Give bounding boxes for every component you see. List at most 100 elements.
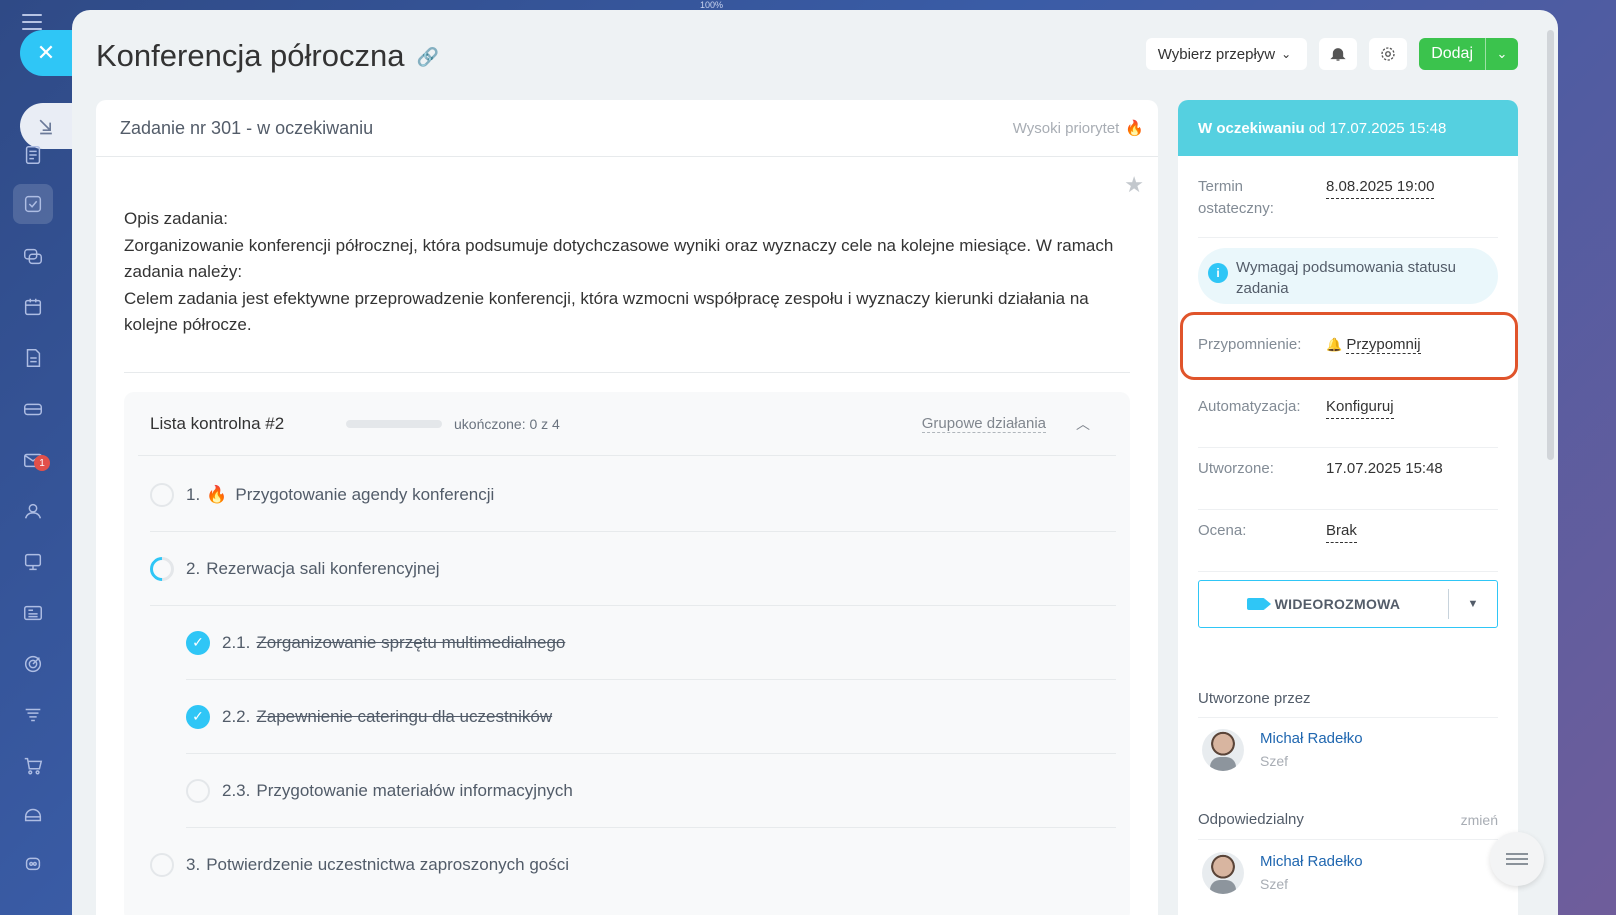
bell-icon	[1330, 48, 1346, 61]
divider	[1198, 717, 1498, 718]
divider	[124, 372, 1130, 373]
chevron-down-icon[interactable]: ⌄	[1486, 46, 1518, 62]
status-label: W oczekiwaniu	[1198, 119, 1305, 137]
page-title: Konferencja półroczna 🔗	[96, 38, 439, 74]
contacts-icon[interactable]	[18, 496, 48, 526]
task-title: Konferencja półroczna	[96, 38, 405, 73]
video-call-button[interactable]: WIDEOROZMOWA ▼	[1198, 580, 1498, 628]
link-icon[interactable]: 🔗	[416, 47, 438, 68]
automation-value[interactable]: Konfiguruj	[1326, 396, 1394, 419]
rating-label: Ocena:	[1198, 522, 1247, 539]
chevron-up-icon[interactable]: ︿	[1076, 414, 1090, 434]
checklist-subitem[interactable]: ✓ 2.1. Zorganizowanie sprzętu multimedia…	[186, 606, 1116, 680]
creator-user[interactable]: Michał Radełko Szef	[1202, 728, 1363, 772]
robot-icon[interactable]	[18, 848, 48, 878]
chevron-down-icon: ⌄	[1281, 47, 1292, 61]
change-responsible-link[interactable]: zmień	[1461, 812, 1498, 828]
responsible-role: Szef	[1260, 876, 1289, 892]
document-icon[interactable]	[18, 140, 48, 170]
flame-icon: 🔥	[1125, 120, 1144, 137]
item-number: 2.3.	[222, 780, 251, 800]
info-box[interactable]: i Wymagaj podsumowania statusu zadania	[1198, 248, 1498, 304]
status-since: od 17.07.2025 15:48	[1308, 119, 1447, 137]
target-icon[interactable]	[18, 649, 48, 679]
checklist: Lista kontrolna #2 ukończone: 0 z 4 Grup…	[124, 392, 1130, 915]
deadline-label: Termin ostateczny:	[1198, 178, 1274, 217]
info-text: Wymagaj podsumowania statusu zadania	[1236, 259, 1456, 297]
video-call-label: WIDEOROZMOWA	[1274, 596, 1401, 612]
item-text: Przygotowanie materiałów informacyjnych	[256, 780, 573, 800]
task-details-sidebar: W oczekiwaniu od 17.07.2025 15:48 Termin…	[1178, 100, 1518, 915]
checklist-item[interactable]: 1. 🔥 Przygotowanie agendy konferencji	[150, 458, 1116, 532]
left-sidebar: ✕ 1	[0, 0, 72, 915]
star-icon[interactable]: ★	[1124, 172, 1144, 198]
checklist-subitem[interactable]: ✓ 2.2. Zapewnienie cateringu dla uczestn…	[186, 680, 1116, 754]
group-actions-link[interactable]: Grupowe działania	[921, 415, 1046, 433]
progress-circle[interactable]	[145, 551, 179, 586]
flow-select[interactable]: Wybierz przepływ ⌄	[1145, 38, 1308, 70]
automation-row: Automatyzacja: Konfiguruj	[1198, 396, 1498, 448]
description-line: Opis zadania:	[124, 209, 228, 228]
caret-down-icon[interactable]: ▼	[1449, 598, 1497, 610]
task-number-status: Zadanie nr 301 - w oczekiwaniu	[120, 117, 374, 138]
video-call-main[interactable]: WIDEOROZMOWA	[1199, 589, 1449, 619]
tasks-icon[interactable]	[13, 184, 53, 224]
responsible-user[interactable]: Michał Radełko Szef	[1202, 851, 1363, 895]
presentation-icon[interactable]	[18, 547, 48, 577]
highlight-frame	[1180, 312, 1518, 380]
list-icon	[1506, 850, 1528, 868]
checklist-item[interactable]: 2. Rezerwacja sali konferencyjnej	[145, 532, 1116, 606]
zoom-level: 100%	[700, 0, 724, 10]
flow-select-label: Wybierz przepływ	[1157, 45, 1276, 63]
news-icon[interactable]	[18, 598, 48, 628]
check-icon[interactable]: ✓	[186, 704, 210, 729]
checkbox-circle[interactable]	[150, 482, 174, 507]
avatar[interactable]	[1202, 729, 1244, 771]
info-icon: i	[1208, 263, 1228, 283]
settings-button[interactable]	[1369, 38, 1408, 70]
checklist-header: Lista kontrolna #2 ukończone: 0 z 4 Grup…	[138, 392, 1116, 456]
status-header: W oczekiwaniu od 17.07.2025 15:48	[1178, 100, 1518, 156]
created-value: 17.07.2025 15:48	[1326, 460, 1443, 477]
checkbox-circle[interactable]	[150, 853, 174, 877]
checklist-name[interactable]: Lista kontrolna #2	[150, 414, 346, 434]
responsible-name[interactable]: Michał Radełko	[1260, 851, 1363, 873]
scrollbar[interactable]	[1547, 30, 1554, 460]
priority-label: Wysoki priorytet	[1012, 119, 1120, 137]
menu-fab-button[interactable]	[1490, 832, 1544, 886]
creator-name[interactable]: Michał Radełko	[1260, 728, 1363, 750]
add-button[interactable]: Dodaj ⌄	[1419, 38, 1518, 70]
item-number: 2.2.	[222, 706, 251, 726]
close-button[interactable]: ✕	[20, 30, 72, 76]
task-card: Zadanie nr 301 - w oczekiwaniu Wysoki pr…	[96, 100, 1158, 915]
item-number: 2.1.	[222, 632, 251, 652]
calendar-icon[interactable]	[18, 292, 48, 322]
item-text: Zorganizowanie sprzętu multimedialnego	[256, 632, 566, 652]
deadline-value[interactable]: 8.08.2025 19:00	[1326, 176, 1435, 199]
priority-toggle[interactable]: Wysoki priorytet 🔥	[1012, 119, 1144, 138]
store-icon[interactable]	[18, 800, 48, 830]
automation-label: Automatyzacja:	[1198, 398, 1301, 415]
checklist-item[interactable]: 3. Potwierdzenie uczestnictwa zaproszony…	[150, 828, 1116, 902]
arrow-down-right-icon	[39, 119, 52, 135]
card-icon[interactable]	[18, 394, 48, 424]
rating-value[interactable]: Brak	[1326, 520, 1357, 543]
notification-button[interactable]	[1319, 38, 1358, 70]
task-description: Opis zadania: Zorganizowanie konferencji…	[124, 206, 1124, 339]
checklist-subitem[interactable]: 2.3. Przygotowanie materiałów informacyj…	[186, 754, 1116, 828]
created-label: Utworzone:	[1198, 460, 1274, 477]
check-icon[interactable]: ✓	[186, 630, 210, 655]
task-panel: Konferencja półroczna 🔗 Wybierz przepływ …	[72, 10, 1558, 915]
funnel-icon[interactable]	[18, 700, 48, 730]
video-camera-icon	[1246, 598, 1271, 610]
file-icon[interactable]	[18, 343, 48, 373]
mail-badge: 1	[34, 455, 50, 471]
responsible-title: Odpowiedzialny	[1198, 811, 1304, 828]
item-text: Zapewnienie cateringu dla uczestników	[256, 706, 553, 726]
avatar[interactable]	[1202, 852, 1244, 894]
item-text: Potwierdzenie uczestnictwa zaproszonych …	[206, 855, 570, 874]
checkbox-circle[interactable]	[186, 778, 210, 803]
creator-role: Szef	[1260, 753, 1289, 769]
chat-icon[interactable]	[18, 242, 48, 272]
cart-icon[interactable]	[18, 751, 48, 781]
